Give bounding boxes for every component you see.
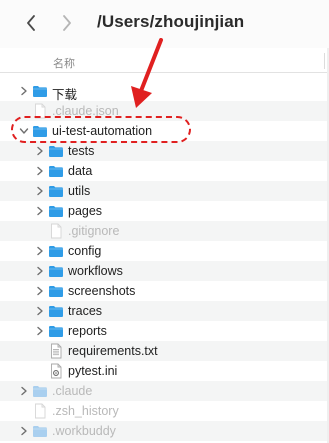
folder-icon <box>32 83 48 99</box>
file-row[interactable]: config <box>0 241 329 261</box>
file-row[interactable]: tests <box>0 141 329 161</box>
file-name-label: .gitignore <box>68 224 120 238</box>
document-icon <box>48 223 64 239</box>
file-row[interactable]: reports <box>0 321 329 341</box>
folder-icon <box>48 303 64 319</box>
chevron-right-icon[interactable] <box>19 86 29 96</box>
chevron-right-icon[interactable] <box>35 246 45 256</box>
folder-icon <box>48 143 64 159</box>
file-name-label: reports <box>68 324 107 338</box>
chevron-right-icon[interactable] <box>35 166 45 176</box>
chevron-right-icon[interactable] <box>35 186 45 196</box>
file-name-label: pages <box>68 204 103 218</box>
arrow-annotation-icon <box>131 38 163 108</box>
file-row[interactable]: utils <box>0 181 329 201</box>
file-row[interactable]: traces <box>0 301 329 321</box>
chevron-right-icon[interactable] <box>35 326 45 336</box>
file-name-label: traces <box>68 304 103 318</box>
gear-document-icon <box>48 363 64 379</box>
file-name-label: utils <box>68 184 91 198</box>
file-name-label: .zsh_history <box>52 404 119 418</box>
file-name-label: tests <box>68 144 95 158</box>
folder-icon <box>48 323 64 339</box>
folder-icon <box>48 243 64 259</box>
file-row[interactable]: .zsh_history <box>0 401 329 421</box>
file-row[interactable]: screenshots <box>0 281 329 301</box>
column-divider[interactable] <box>324 53 325 69</box>
file-name-label: config <box>68 244 102 258</box>
file-row[interactable]: pages <box>0 201 329 221</box>
file-name-label: .claude <box>52 384 93 398</box>
file-row[interactable]: data <box>0 161 329 181</box>
chevron-right-icon[interactable] <box>19 386 29 396</box>
file-name-label: screenshots <box>68 284 136 298</box>
folder-icon <box>32 423 48 439</box>
document-icon <box>32 403 48 419</box>
file-row[interactable]: pytest.ini <box>0 361 329 381</box>
chevron-right-icon[interactable] <box>19 426 29 436</box>
file-name-label: .workbuddy <box>52 424 116 438</box>
file-row[interactable]: .workbuddy <box>0 421 329 441</box>
file-name-label: workflows <box>68 264 123 278</box>
path-title: /Users/zhoujinjian <box>97 12 245 31</box>
file-row[interactable]: .gitignore <box>0 221 329 241</box>
file-row[interactable]: .claude <box>0 381 329 401</box>
folder-icon <box>48 283 64 299</box>
file-row[interactable]: requirements.txt <box>0 341 329 361</box>
file-row[interactable]: workflows <box>0 261 329 281</box>
text-document-icon <box>48 343 64 359</box>
finder-window: /Users/zhoujinjian 名称 下载 .claude.json ui-t… <box>0 0 329 443</box>
folder-icon <box>48 203 64 219</box>
folder-icon <box>48 163 64 179</box>
chevron-right-icon <box>63 15 71 31</box>
name-column-label[interactable]: 名称 <box>53 55 75 71</box>
chevron-right-icon[interactable] <box>35 286 45 296</box>
chevron-left-icon <box>27 15 35 31</box>
chevron-right-icon[interactable] <box>35 146 45 156</box>
file-name-label: data <box>68 164 93 178</box>
folder-icon <box>48 263 64 279</box>
highlight-annotation <box>11 116 191 143</box>
chevron-right-icon[interactable] <box>35 266 45 276</box>
chevron-right-icon[interactable] <box>35 206 45 216</box>
back-button[interactable] <box>18 10 44 36</box>
forward-button[interactable] <box>54 10 80 36</box>
file-name-label: pytest.ini <box>68 364 118 378</box>
file-name-label: requirements.txt <box>68 344 158 358</box>
folder-icon <box>48 183 64 199</box>
folder-icon <box>32 383 48 399</box>
chevron-right-icon[interactable] <box>35 306 45 316</box>
